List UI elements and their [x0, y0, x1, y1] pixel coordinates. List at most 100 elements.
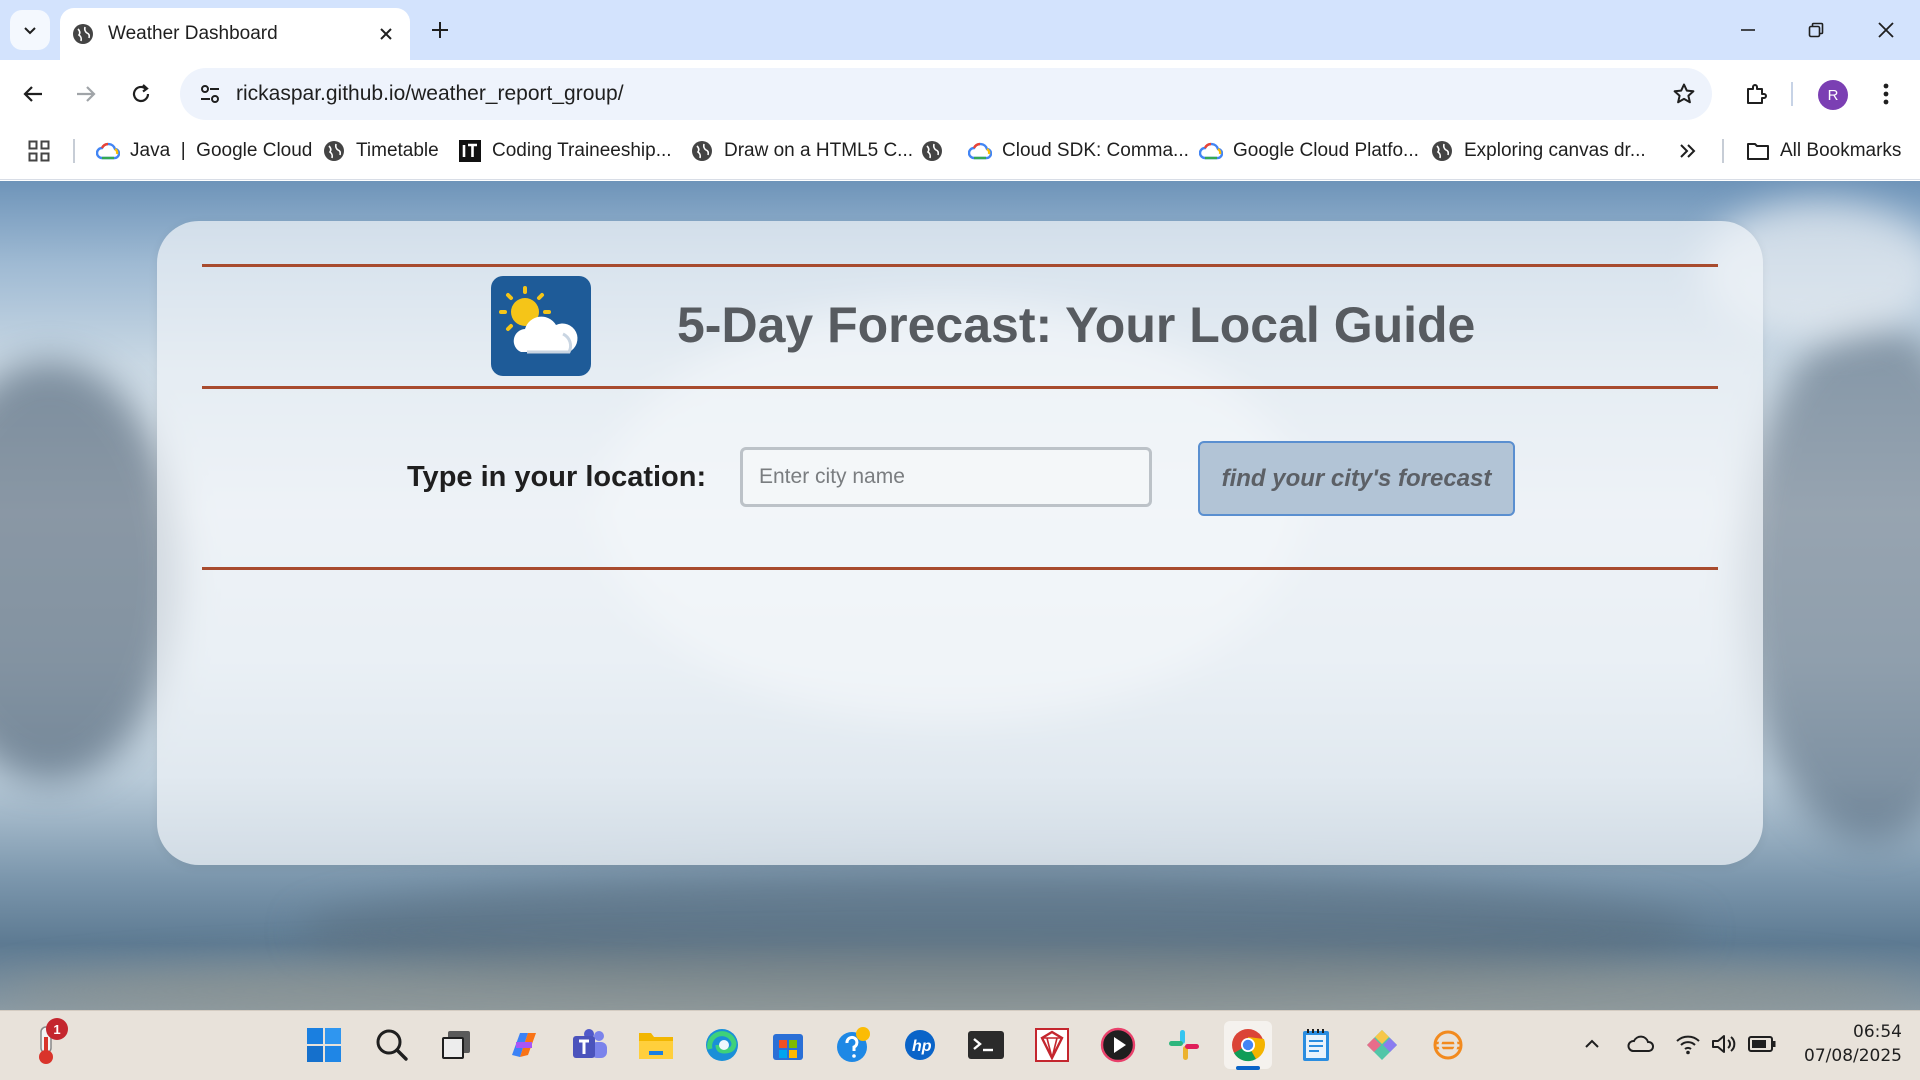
bookmark-exploring-canvas[interactable]: Exploring canvas dr... [1430, 136, 1646, 166]
task-view-icon[interactable] [432, 1021, 480, 1069]
bookmark-unnamed[interactable] [920, 136, 954, 166]
new-tab-button[interactable] [422, 12, 458, 48]
more-bookmarks-button[interactable] [1678, 136, 1696, 166]
background-cloud [1740, 321, 1920, 841]
bookmark-java-google-cloud[interactable]: Java | Google Cloud [96, 136, 312, 166]
notification-badge: 1 [46, 1018, 68, 1040]
rubymine-icon[interactable] [1028, 1021, 1076, 1069]
toolbar-separator [1791, 82, 1793, 106]
extensions-button[interactable] [1736, 74, 1776, 114]
google-cloud-icon [1199, 139, 1223, 163]
globe-icon [322, 139, 346, 163]
search-icon[interactable] [368, 1021, 416, 1069]
bookmark-label: Google Cloud Platfo... [1233, 140, 1419, 161]
forward-button[interactable] [66, 74, 106, 114]
address-bar[interactable]: rickaspar.github.io/weather_report_group… [180, 68, 1712, 120]
google-cloud-icon [96, 139, 120, 163]
back-button[interactable] [13, 74, 53, 114]
bookmark-timetable[interactable]: Timetable [322, 136, 439, 166]
volume-icon[interactable] [1708, 1028, 1740, 1060]
arrow-right-icon [77, 86, 96, 102]
page-viewport: 5-Day Forecast: Your Local Guide Type in… [0, 181, 1920, 1010]
system-clock[interactable]: 06:54 07/08/2025 [1790, 1020, 1902, 1068]
page-title: 5-Day Forecast: Your Local Guide [677, 297, 1476, 353]
bookmarks-separator [73, 139, 75, 163]
divider [202, 386, 1718, 389]
bookmark-label: Timetable [356, 140, 439, 161]
wifi-icon[interactable] [1672, 1028, 1704, 1060]
file-explorer-icon[interactable] [632, 1021, 680, 1069]
microsoft-store-icon[interactable] [764, 1021, 812, 1069]
close-window-button[interactable] [1858, 8, 1914, 52]
puzzle-icon [1747, 84, 1767, 104]
terminal-icon[interactable] [962, 1021, 1010, 1069]
bookmark-draw-on-html5-canvas[interactable]: Draw on a HTML5 C... [690, 136, 913, 166]
url-text[interactable]: rickaspar.github.io/weather_report_group… [236, 82, 1656, 106]
close-icon [1878, 22, 1894, 38]
profile-avatar[interactable]: R [1818, 80, 1848, 110]
bookmark-coding-traineeship[interactable]: Coding Traineeship... [458, 136, 672, 166]
battery-icon[interactable] [1746, 1028, 1778, 1060]
media-player-icon[interactable] [1094, 1021, 1142, 1069]
globe-icon [1430, 139, 1454, 163]
tab-weather-dashboard[interactable]: Weather Dashboard [60, 8, 410, 60]
bookmark-cloud-sdk[interactable]: Cloud SDK: Comma... [968, 136, 1189, 166]
svg-text:hp: hp [912, 1038, 932, 1055]
divider [202, 264, 1718, 267]
all-bookmarks-button[interactable]: All Bookmarks [1746, 136, 1901, 166]
bookmarks-separator [1722, 139, 1724, 163]
more-vertical-icon [1883, 83, 1889, 105]
chevron-double-right-icon [1680, 144, 1696, 158]
bookmark-star-icon[interactable] [1656, 82, 1712, 106]
show-hidden-icons[interactable] [1576, 1028, 1608, 1060]
tab-title: Weather Dashboard [108, 23, 278, 44]
teams-icon[interactable] [566, 1021, 614, 1069]
start-icon[interactable] [300, 1021, 348, 1069]
edge-icon[interactable] [698, 1021, 746, 1069]
clock-time: 06:54 [1853, 1022, 1902, 1042]
bookmark-label: Draw on a HTML5 C... [724, 140, 913, 161]
chrome-icon[interactable] [1224, 1021, 1272, 1069]
background-grass [0, 951, 1920, 1010]
plus-icon [432, 22, 448, 38]
close-tab-icon[interactable] [372, 20, 400, 48]
weather-logo-icon [491, 276, 591, 376]
globe-icon [72, 23, 94, 45]
it-logo-icon [458, 139, 482, 163]
bookmark-label: Coding Traineeship... [492, 140, 672, 161]
globe-icon [690, 139, 714, 163]
apps-icon[interactable] [24, 136, 54, 166]
city-search-input[interactable] [740, 447, 1152, 507]
reload-icon [132, 84, 150, 103]
globe-icon [920, 139, 944, 163]
divider [202, 567, 1718, 570]
gitkraken-icon[interactable] [1358, 1021, 1406, 1069]
background-cloud [0, 361, 180, 781]
restore-button[interactable] [1788, 8, 1844, 52]
slack-icon[interactable] [1160, 1021, 1208, 1069]
chevron-down-icon [24, 27, 36, 35]
restore-icon [1808, 22, 1824, 38]
hp-icon[interactable]: hp [896, 1021, 944, 1069]
forecast-card: 5-Day Forecast: Your Local Guide Type in… [157, 221, 1763, 865]
minimize-icon [1741, 29, 1755, 31]
all-bookmarks-label: All Bookmarks [1780, 140, 1902, 161]
eclipse-icon[interactable] [1424, 1021, 1472, 1069]
bookmark-google-cloud-platform[interactable]: Google Cloud Platfo... [1199, 136, 1419, 166]
find-forecast-button[interactable]: find your city's forecast [1198, 441, 1515, 516]
reload-button[interactable] [121, 74, 161, 114]
active-app-indicator [1236, 1066, 1260, 1070]
help-icon[interactable] [830, 1021, 878, 1069]
bookmark-label: Java | Google Cloud [130, 140, 313, 161]
clock-date: 07/08/2025 [1804, 1046, 1902, 1066]
tab-search-button[interactable] [10, 10, 50, 50]
site-info-icon[interactable] [184, 83, 236, 105]
bookmark-label: Exploring canvas dr... [1464, 140, 1646, 161]
google-cloud-icon [968, 139, 992, 163]
notepad-icon[interactable] [1292, 1021, 1340, 1069]
minimize-button[interactable] [1720, 8, 1776, 52]
copilot-icon[interactable] [500, 1021, 548, 1069]
onedrive-icon[interactable] [1625, 1028, 1657, 1060]
chrome-menu-button[interactable] [1870, 74, 1902, 114]
location-label: Type in your location: [407, 461, 707, 493]
